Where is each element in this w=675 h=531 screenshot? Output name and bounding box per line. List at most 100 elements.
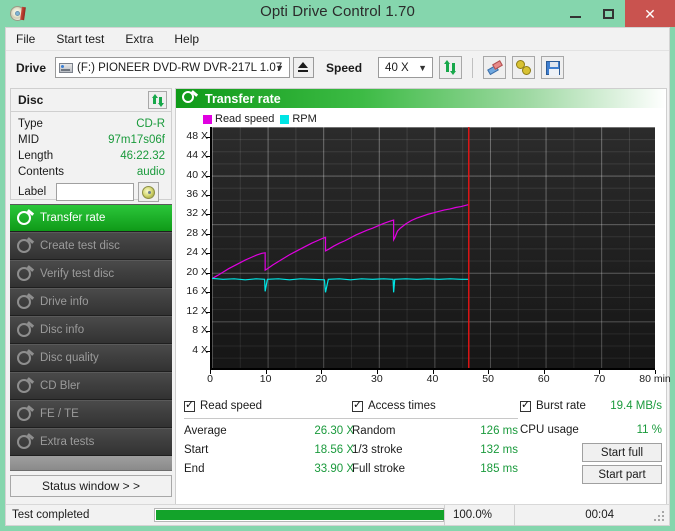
sidebar-item-verify-test-disc[interactable]: Verify test disc xyxy=(10,260,172,288)
chart-series-layer xyxy=(212,127,655,368)
chart-legend: Read speed RPM xyxy=(203,113,323,125)
y-tick-label: 48 X xyxy=(176,130,208,142)
burst-rate-checkbox[interactable] xyxy=(520,401,531,412)
client-area: File Start test Extra Help Drive (F:) PI… xyxy=(5,27,670,526)
eject-button[interactable] xyxy=(293,57,314,78)
cd-bler-icon xyxy=(16,378,33,395)
sidebar-item-label: FE / TE xyxy=(40,408,79,420)
menu-item-file[interactable]: File xyxy=(16,32,35,46)
x-tick xyxy=(433,370,434,374)
disc-row-key: Length xyxy=(18,148,53,164)
progress-percent: 100.0% xyxy=(444,505,514,526)
sidebar-item-disc-info[interactable]: Disc info xyxy=(10,316,172,344)
drive-select[interactable]: (F:) PIONEER DVD-RW DVR-217L 1.07 ▼ xyxy=(55,57,290,78)
menu-item-extra[interactable]: Extra xyxy=(125,32,153,46)
disc-refresh-button[interactable] xyxy=(148,91,167,109)
y-tick-label: 24 X xyxy=(176,246,208,258)
burst-rate-value: 19.4 MB/s xyxy=(610,400,662,412)
stats-access-times: Access times Random 126 ms 1/3 stroke 13… xyxy=(352,398,518,479)
transfer-rate-icon xyxy=(16,210,33,227)
refresh-icon xyxy=(151,94,164,107)
status-text: Test completed xyxy=(6,509,154,521)
toolbar: Drive (F:) PIONEER DVD-RW DVR-217L 1.07 … xyxy=(6,50,669,84)
left-column: Disc Type CD-R xyxy=(10,88,172,518)
y-tick xyxy=(206,331,210,332)
erase-button[interactable] xyxy=(483,56,506,79)
title-bar[interactable]: Opti Drive Control 1.70 ✕ xyxy=(0,0,675,27)
x-tick-label: 60 xyxy=(522,373,566,385)
refresh-icon xyxy=(443,60,458,75)
page-title: Transfer rate xyxy=(205,92,281,106)
access-times-checkbox[interactable] xyxy=(352,401,363,412)
sidebar-item-label: Extra tests xyxy=(40,436,94,448)
y-tick-label: 44 X xyxy=(176,149,208,161)
disc-row-value: 97m17s06f xyxy=(108,132,165,148)
disc-row-contents: Contents audio xyxy=(18,164,165,180)
sidebar-item-label: Disc info xyxy=(40,324,84,336)
menu-item-start-test[interactable]: Start test xyxy=(56,32,104,46)
menu-item-help[interactable]: Help xyxy=(174,32,199,46)
read-speed-checkbox-row[interactable]: Read speed xyxy=(184,398,354,414)
stats-read-speed: Read speed Average 26.30 X Start 18.56 X… xyxy=(184,398,354,479)
disc-quality-icon xyxy=(16,350,33,367)
y-tick-label: 12 X xyxy=(176,305,208,317)
disc-info-list: Type CD-R MID 97m17s06f Length 46:22.32 … xyxy=(11,112,171,202)
stats-area: Read speed Average 26.30 X Start 18.56 X… xyxy=(180,398,664,512)
close-icon: ✕ xyxy=(644,7,656,21)
disc-row-type: Type CD-R xyxy=(18,116,165,132)
sidebar-item-cd-bler[interactable]: CD Bler xyxy=(10,372,172,400)
chart-plot[interactable] xyxy=(210,127,655,370)
status-bar: Test completed 100.0% 00:04 xyxy=(6,504,669,525)
x-tick-label: 0 xyxy=(188,373,232,385)
y-tick-label: 36 X xyxy=(176,188,208,200)
stat-row-full-stroke: Full stroke 185 ms xyxy=(352,460,518,479)
read-speed-checkbox[interactable] xyxy=(184,401,195,412)
status-window-button[interactable]: Status window > > xyxy=(10,475,172,497)
sidebar-item-disc-quality[interactable]: Disc quality xyxy=(10,344,172,372)
legend-item-rpm: RPM xyxy=(280,113,316,125)
stat-value: 132 ms xyxy=(480,441,518,460)
disc-label-input[interactable] xyxy=(56,183,134,201)
close-button[interactable]: ✕ xyxy=(625,0,675,27)
minimize-button[interactable] xyxy=(559,0,592,27)
burst-rate-checkbox-row[interactable]: Burst rate 19.4 MB/s xyxy=(520,398,662,414)
disc-label-browse-button[interactable] xyxy=(138,182,159,202)
speed-select[interactable]: 40 X ▼ xyxy=(378,57,433,78)
sidebar-item-extra-tests[interactable]: Extra tests xyxy=(10,428,172,456)
access-times-checkbox-row[interactable]: Access times xyxy=(352,398,518,414)
drive-info-icon xyxy=(16,294,33,311)
maximize-button[interactable] xyxy=(592,0,625,27)
elapsed-time: 00:04 xyxy=(514,505,624,526)
divider xyxy=(184,418,354,419)
legend-label: RPM xyxy=(292,113,316,125)
stat-key: 1/3 stroke xyxy=(352,441,403,460)
y-tick xyxy=(206,292,210,293)
sidebar-item-create-test-disc[interactable]: Create test disc xyxy=(10,232,172,260)
stat-value: 26.30 X xyxy=(314,422,354,441)
disc-row-key: Contents xyxy=(18,164,64,180)
stat-row-random: Random 126 ms xyxy=(352,422,518,441)
start-full-button[interactable]: Start full xyxy=(582,443,662,462)
chevron-down-icon: ▼ xyxy=(275,58,284,77)
y-tick xyxy=(206,273,210,274)
sidebar-item-fe-te[interactable]: FE / TE xyxy=(10,400,172,428)
start-part-button[interactable]: Start part xyxy=(582,465,662,484)
x-tick-label: 30 xyxy=(355,373,399,385)
sidebar-item-drive-info[interactable]: Drive info xyxy=(10,288,172,316)
x-tick-label: 50 xyxy=(466,373,510,385)
drive-label: Drive xyxy=(16,61,46,75)
refresh-button[interactable] xyxy=(439,56,462,79)
x-tick xyxy=(266,370,267,374)
settings-button[interactable] xyxy=(512,56,535,79)
x-tick-label: 70 xyxy=(577,373,621,385)
resize-grip[interactable] xyxy=(654,511,665,522)
disc-panel-title: Disc xyxy=(18,93,43,107)
save-button[interactable] xyxy=(541,56,564,79)
access-times-label: Access times xyxy=(368,400,436,412)
extra-tests-icon xyxy=(16,434,33,451)
stat-row-start: Start 18.56 X xyxy=(184,441,354,460)
x-tick-label: 40 xyxy=(411,373,455,385)
sidebar-item-transfer-rate[interactable]: Transfer rate xyxy=(10,204,172,232)
stat-value: 11 % xyxy=(637,421,662,440)
transfer-rate-panel: Transfer rate Read speed RPM xyxy=(175,88,667,518)
